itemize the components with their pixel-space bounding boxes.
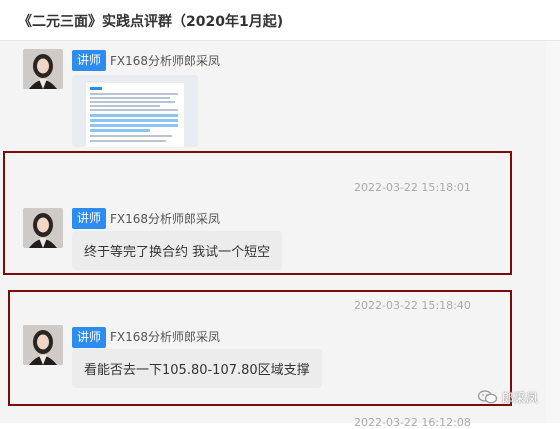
sender-name: FX168分析师郎采凤 (110, 54, 221, 68)
highlight-box (8, 290, 512, 406)
group-title: 《二元三面》实践点评群（2020年1月起) (18, 14, 284, 30)
wechat-icon (477, 390, 502, 405)
scrollbar[interactable] (546, 41, 560, 423)
lecturer-badge: 讲师 (72, 50, 107, 71)
watermark-text: 郎采凤 (501, 391, 538, 405)
chat-header: 《二元三面》实践点评群（2020年1月起) (0, 0, 560, 41)
image-attachment[interactable] (72, 75, 198, 147)
highlight-box (3, 151, 512, 275)
document-thumbnail (86, 83, 184, 147)
avatar[interactable] (23, 49, 63, 89)
watermark: 郎采凤 (477, 389, 538, 406)
